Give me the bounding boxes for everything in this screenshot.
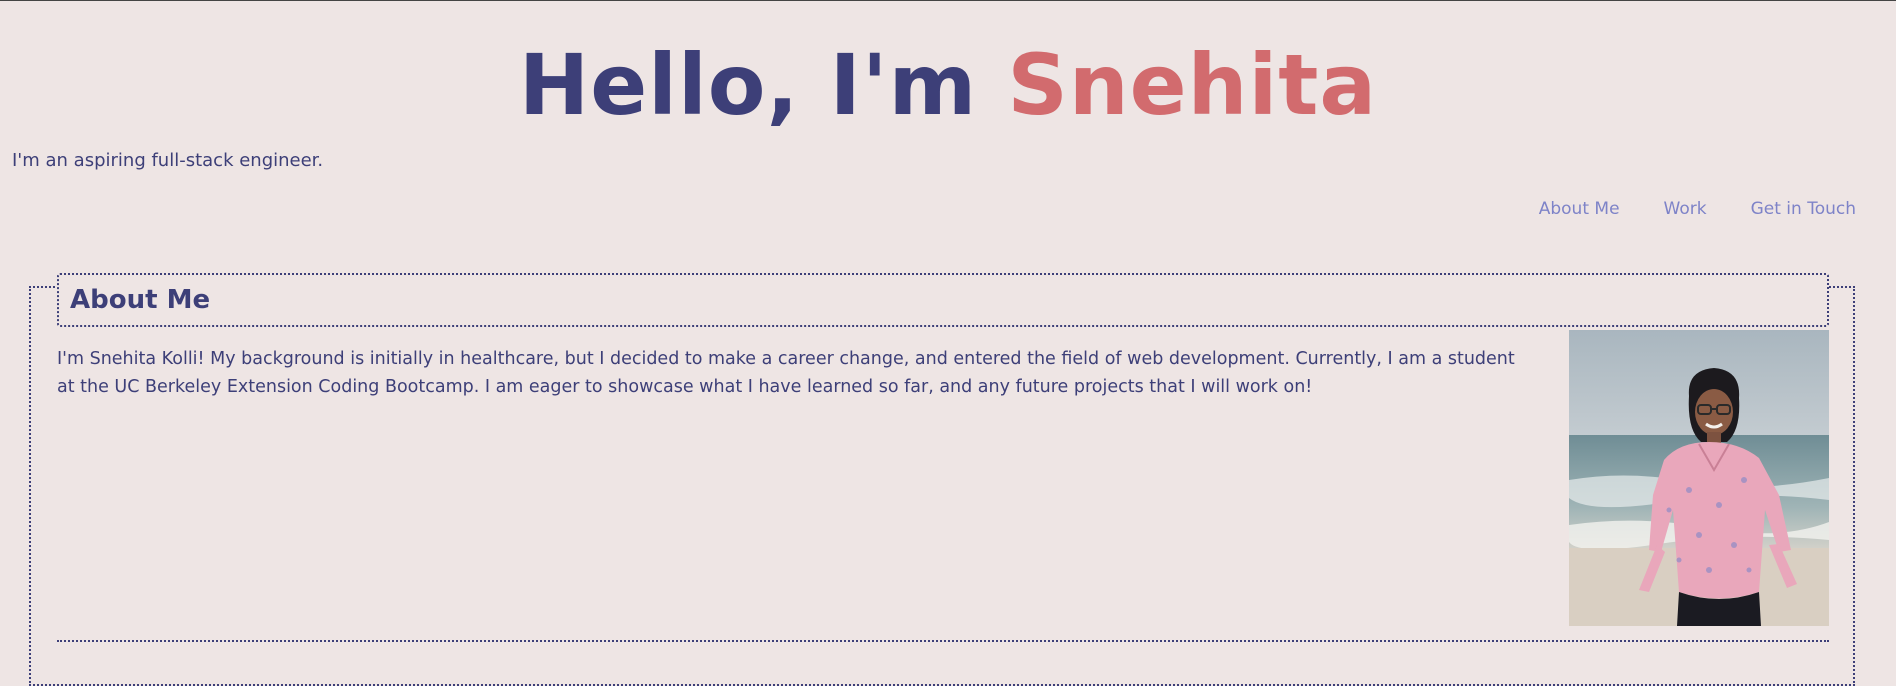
profile-photo bbox=[1569, 330, 1829, 626]
tagline: I'm an aspiring full-stack engineer. bbox=[12, 150, 324, 171]
nav-link-about-me[interactable]: About Me bbox=[1539, 197, 1620, 221]
main-nav: About Me Work Get in Touch bbox=[1539, 197, 1856, 221]
title-name: Snehita bbox=[1007, 36, 1378, 134]
title-greeting: Hello, I'm bbox=[518, 36, 1008, 134]
about-heading: About Me bbox=[70, 285, 211, 315]
about-paragraph: I'm Snehita Kolli! My background is init… bbox=[57, 349, 1515, 397]
about-section-header: About Me bbox=[57, 273, 1829, 327]
nav-link-work[interactable]: Work bbox=[1664, 197, 1707, 221]
nav-link-get-in-touch[interactable]: Get in Touch bbox=[1751, 197, 1856, 221]
page-title: Hello, I'm Snehita bbox=[0, 35, 1896, 135]
